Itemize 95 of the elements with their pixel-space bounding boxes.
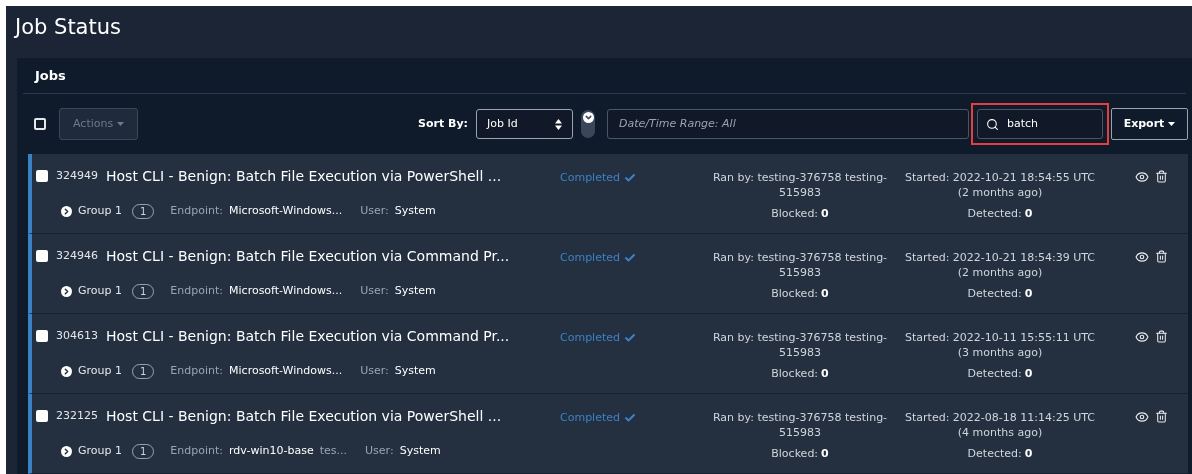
detected-label: Detected: bbox=[967, 286, 1022, 302]
time-ago: (4 months ago) bbox=[957, 425, 1043, 440]
detected-label: Detected: bbox=[967, 366, 1022, 382]
page-title: Job Status bbox=[13, 14, 122, 41]
checkbox[interactable] bbox=[34, 118, 46, 130]
time-ago: (3 months ago) bbox=[957, 345, 1043, 360]
expand-icon[interactable] bbox=[61, 205, 72, 217]
checkbox[interactable] bbox=[36, 410, 48, 422]
blocked-label: Blocked: bbox=[771, 446, 819, 462]
blocked-count: 0 bbox=[821, 286, 829, 302]
user-label: User: bbox=[365, 442, 394, 459]
date-range-field[interactable]: Date/Time Range: All bbox=[607, 109, 969, 139]
status-text: Completed bbox=[560, 250, 620, 266]
user-label: User: bbox=[360, 202, 389, 219]
sort-direction-toggle[interactable] bbox=[581, 110, 595, 138]
search-field[interactable]: batch bbox=[977, 109, 1103, 139]
time-ago: (2 months ago) bbox=[957, 265, 1043, 280]
caret-icon bbox=[117, 122, 125, 126]
user-value: System bbox=[394, 282, 436, 299]
sort-select[interactable]: Job Id bbox=[476, 109, 573, 139]
check-icon bbox=[624, 412, 636, 424]
endpoint-value: Microsoft-Windows... bbox=[229, 282, 343, 299]
endpoint-value: Microsoft-Windows... bbox=[229, 202, 343, 219]
blocked-label: Blocked: bbox=[771, 286, 819, 302]
group-name: Group 1 bbox=[78, 362, 122, 379]
job-title[interactable]: Host CLI - Benign: Batch File Execution via Command Pr... bbox=[106, 245, 510, 267]
endpoint-label: Endpoint: bbox=[170, 202, 224, 219]
job-id: 324946 bbox=[56, 247, 98, 264]
started-text: Started: 2022-10-21 18:54:39 UTC bbox=[905, 250, 1095, 265]
blocked-label: Blocked: bbox=[771, 366, 819, 382]
detected-label: Detected: bbox=[967, 206, 1022, 222]
job-title[interactable]: Host CLI - Benign: Batch File Execution via PowerShell ... bbox=[106, 165, 502, 187]
delete-icon[interactable] bbox=[1155, 330, 1168, 343]
chevron-down-icon bbox=[583, 113, 593, 122]
user-value: System bbox=[399, 442, 441, 459]
endpoint-extra: tes... bbox=[319, 442, 348, 459]
view-icon[interactable] bbox=[1135, 170, 1149, 184]
expand-icon[interactable] bbox=[61, 365, 72, 377]
view-icon[interactable] bbox=[1135, 410, 1149, 424]
sort-arrows-icon bbox=[555, 118, 562, 130]
ran-by-text: Ran by: testing-376758 testing-515983 bbox=[711, 250, 889, 280]
check-icon bbox=[624, 332, 636, 344]
detected-label: Detected: bbox=[967, 446, 1022, 462]
checkbox[interactable] bbox=[36, 330, 48, 342]
blocked-count: 0 bbox=[821, 206, 829, 222]
detected-count: 0 bbox=[1024, 206, 1033, 222]
expand-icon[interactable] bbox=[61, 285, 72, 297]
endpoint-value: rdv-win10-base bbox=[229, 442, 314, 459]
ran-by-text: Ran by: testing-376758 testing-515983 bbox=[711, 410, 889, 440]
user-label: User: bbox=[360, 282, 389, 299]
delete-icon[interactable] bbox=[1155, 170, 1168, 183]
started-text: Started: 2022-08-18 11:14:25 UTC bbox=[905, 410, 1095, 425]
search-icon bbox=[986, 117, 999, 131]
started-text: Started: 2022-10-11 15:55:11 UTC bbox=[905, 330, 1095, 345]
endpoint-value: Microsoft-Windows... bbox=[229, 362, 343, 379]
group-name: Group 1 bbox=[78, 442, 122, 459]
job-title[interactable]: Host CLI - Benign: Batch File Execution via Command Pr... bbox=[106, 325, 510, 347]
endpoint-label: Endpoint: bbox=[170, 442, 224, 459]
check-icon bbox=[624, 172, 636, 184]
checkbox[interactable] bbox=[36, 170, 48, 182]
group-name: Group 1 bbox=[78, 202, 122, 219]
view-icon[interactable] bbox=[1135, 250, 1149, 264]
user-label: User: bbox=[360, 362, 389, 379]
user-value: System bbox=[394, 362, 436, 379]
ran-by-text: Ran by: testing-376758 testing-515983 bbox=[711, 170, 889, 200]
status-text: Completed bbox=[560, 330, 620, 346]
view-icon[interactable] bbox=[1135, 330, 1149, 344]
job-title[interactable]: Host CLI - Benign: Batch File Execution via PowerShell ... bbox=[106, 405, 502, 427]
blocked-count: 0 bbox=[821, 366, 829, 382]
job-id: 304613 bbox=[56, 327, 98, 344]
expand-icon[interactable] bbox=[61, 445, 72, 457]
job-id: 232125 bbox=[56, 407, 98, 424]
detected-count: 0 bbox=[1024, 286, 1033, 302]
group-name: Group 1 bbox=[78, 282, 122, 299]
status-text: Completed bbox=[560, 410, 620, 426]
check-icon bbox=[624, 252, 636, 264]
delete-icon[interactable] bbox=[1155, 410, 1168, 423]
user-value: System bbox=[394, 202, 436, 219]
ran-by-text: Ran by: testing-376758 testing-515983 bbox=[711, 330, 889, 360]
started-text: Started: 2022-10-21 18:54:55 UTC bbox=[905, 170, 1095, 185]
job-id: 324949 bbox=[56, 167, 98, 184]
delete-icon[interactable] bbox=[1155, 250, 1168, 263]
panel-title: Jobs bbox=[35, 66, 66, 85]
blocked-label: Blocked: bbox=[771, 206, 819, 222]
status-text: Completed bbox=[560, 170, 620, 186]
caret-icon bbox=[1168, 122, 1176, 126]
checkbox[interactable] bbox=[36, 250, 48, 262]
export-button[interactable]: Export bbox=[1111, 108, 1188, 140]
blocked-count: 0 bbox=[821, 446, 829, 462]
endpoint-label: Endpoint: bbox=[170, 282, 224, 299]
endpoint-label: Endpoint: bbox=[170, 362, 224, 379]
time-ago: (2 months ago) bbox=[957, 185, 1043, 200]
detected-count: 0 bbox=[1024, 366, 1033, 382]
sort-label: Sort By: bbox=[418, 115, 468, 132]
detected-count: 0 bbox=[1024, 446, 1033, 462]
